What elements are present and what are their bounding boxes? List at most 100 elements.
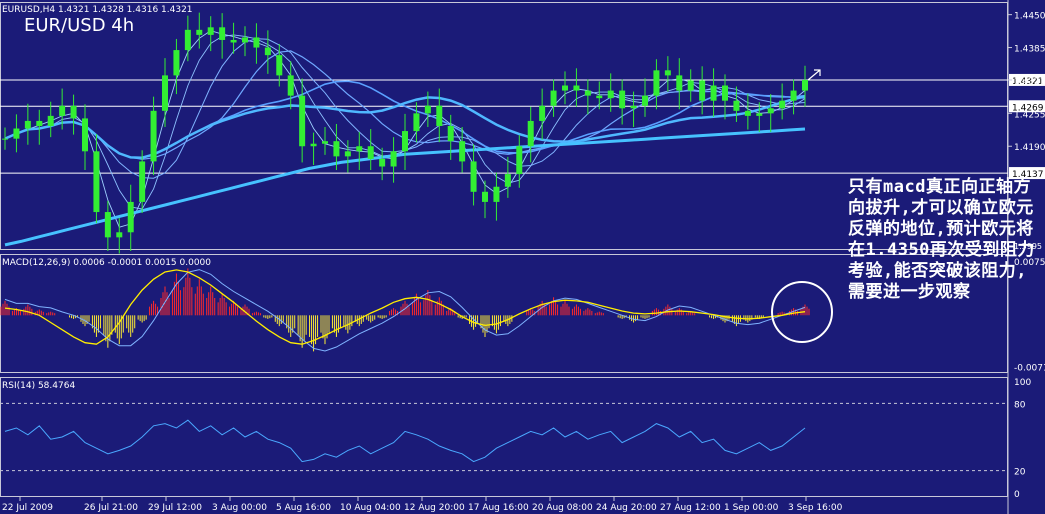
rsi-tick-label: 20 [1014, 468, 1026, 478]
candle-body [299, 95, 306, 147]
candle-body [470, 161, 477, 192]
candle-body [13, 128, 20, 139]
candle-body [493, 186, 500, 202]
candle-body [447, 126, 454, 142]
candle-body [767, 108, 774, 114]
candle-body [550, 90, 557, 106]
candle-body [127, 201, 134, 233]
candle-body [424, 105, 431, 114]
candle-body [619, 90, 626, 109]
macd-label: MACD(12,26,9) 0.0006 -0.0001 0.0015 0.00… [2, 258, 211, 268]
candle-body [24, 120, 31, 129]
candle-body [676, 75, 683, 91]
candle-body [527, 120, 534, 147]
x-tick-label: 10 Aug 04:00 [340, 503, 401, 513]
candle-body [539, 105, 546, 121]
candle-body [664, 70, 671, 76]
candle-body [733, 100, 740, 111]
candle-body [322, 141, 328, 144]
candle-body [584, 90, 591, 96]
rsi-tick-label: 0 [1014, 490, 1020, 500]
candle-body [687, 80, 694, 91]
price-tick-label: 1.4450 [1014, 12, 1045, 22]
candle-body [413, 113, 420, 132]
candle-body [344, 151, 351, 157]
x-tick-label: 26 Jul 21:00 [84, 503, 138, 513]
candle-body [116, 232, 123, 238]
candle-body [516, 146, 523, 175]
candle-body [596, 95, 603, 99]
rsi-tick-label: 80 [1014, 400, 1026, 410]
x-tick-label: 3 Sep 16:00 [788, 503, 843, 513]
candle-body [230, 39, 237, 43]
x-tick-label: 5 Aug 16:00 [276, 503, 331, 513]
candle-body [722, 85, 728, 101]
candle-body [744, 110, 751, 116]
x-tick-label: 17 Aug 16:00 [468, 503, 529, 513]
candle-body [504, 174, 511, 187]
x-tick-label: 27 Aug 12:00 [660, 503, 721, 513]
candle-body [207, 27, 214, 35]
x-tick-label: 22 Jul 2009 [2, 503, 53, 513]
price-tick-label: 1.4190 [1014, 143, 1045, 153]
candle-body [402, 131, 408, 152]
candle-body [70, 105, 77, 119]
candle-body [276, 55, 283, 76]
candle-body [802, 79, 808, 91]
candle-body [196, 29, 203, 35]
candle-body [287, 75, 294, 96]
candle-body [653, 70, 660, 96]
candle-body [436, 105, 443, 126]
price-tick-label: 1.4385 [1014, 45, 1045, 55]
macd-tick-label: -0.0071 [1014, 364, 1045, 374]
candle-body [93, 151, 100, 213]
candle-body [642, 95, 648, 106]
x-tick-label: 20 Aug 08:00 [532, 503, 593, 513]
x-tick-label: 29 Jul 12:00 [148, 503, 202, 513]
candle-body [173, 50, 180, 76]
candle-body [607, 90, 614, 99]
rsi-line [4, 419, 806, 463]
candle-body [59, 105, 66, 116]
candle-body [573, 85, 580, 91]
x-tick-label: 24 Aug 20:00 [596, 503, 657, 513]
x-tick-label: 1 Sep 00:00 [724, 503, 779, 513]
price-tick-label: 1.4321 [1014, 77, 1045, 87]
chart-annotation: 只有macd真正向正轴方向拔升,才可以确立欧元反弹的地位,预计欧元将在1.435… [848, 177, 1035, 302]
candle-body [790, 90, 797, 101]
rsi-pane-frame [0, 377, 1008, 497]
arrow-icon [807, 69, 821, 81]
x-tick-label: 12 Aug 20:00 [404, 503, 465, 513]
candle-body [184, 29, 191, 51]
candle-body [756, 113, 763, 116]
chart-title: EUR/USD 4h [24, 15, 134, 36]
candle-body [779, 100, 786, 109]
candle-body [333, 141, 340, 157]
rsi-tick-label: 100 [1014, 378, 1031, 388]
candle-body [82, 118, 88, 152]
candle-body [47, 115, 54, 126]
symbol-header: EURUSD,H4 1.4321 1.4328 1.4316 1.4321 [2, 5, 193, 15]
candle-body [699, 80, 706, 101]
candle-body [482, 191, 488, 202]
candle-body [253, 37, 260, 48]
candle-body [310, 143, 317, 147]
candle-body [379, 158, 386, 167]
candle-body [390, 151, 397, 167]
candle-body [710, 85, 717, 101]
x-tick-label: 3 Aug 00:00 [212, 503, 267, 513]
candle-body [356, 146, 363, 152]
candle-body [139, 161, 146, 202]
candle-body [630, 105, 637, 109]
candle-body [242, 37, 248, 43]
candle-body [150, 110, 157, 162]
candle-body [459, 141, 466, 162]
candle-body [367, 146, 374, 159]
candle-body [219, 27, 226, 40]
rsi-label: RSI(14) 58.4764 [2, 381, 75, 391]
price-tick-label: 1.4255 [1014, 110, 1045, 120]
candle-body [104, 212, 111, 238]
candle-body [562, 85, 568, 91]
candle-body [264, 47, 271, 56]
candle-body [162, 75, 168, 111]
